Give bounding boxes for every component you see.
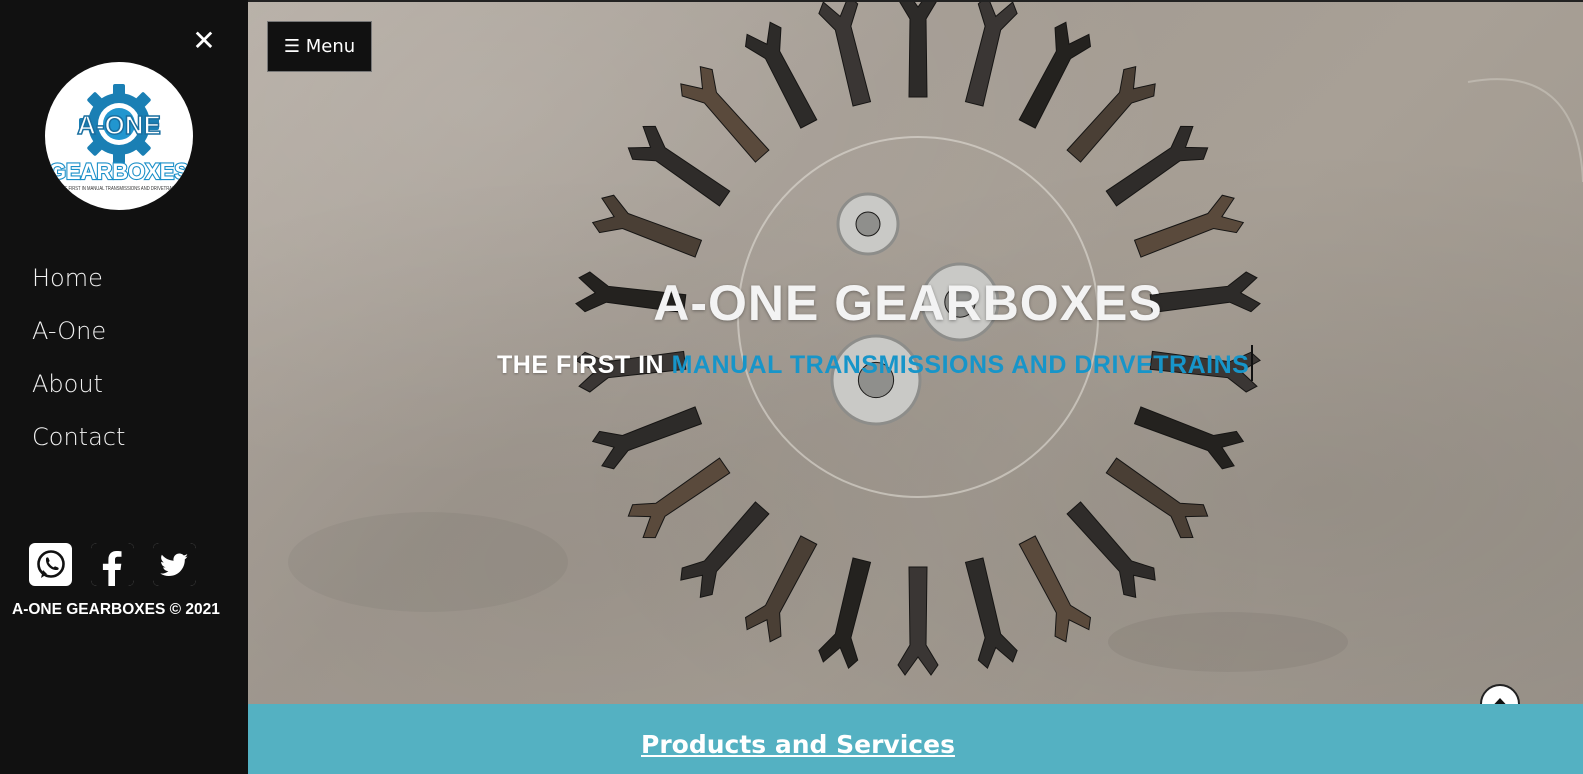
hero-title: A-ONE GEARBOXES [653,275,1163,331]
clutch-fork-graphic [1133,406,1245,470]
clutch-fork-graphic [745,535,818,643]
sidebar-item-a-one: A-One [32,311,125,364]
clutch-fork-graphic [818,557,872,669]
clutch-fork-graphic [897,566,939,676]
clutch-fork-graphic [1066,65,1156,163]
clutch-fork-graphic [1018,535,1091,643]
logo-name: A-ONE [77,110,161,140]
sidebar-item-contact: Contact [32,417,125,470]
hero-subtitle-highlight: MANUAL TRANSMISSIONS AND DRIVETRAINS [671,351,1250,379]
twitter-icon [153,543,196,586]
hero-subtitle-lead: THE FIRST IN [497,351,672,379]
nav-link-home[interactable]: Home [32,264,103,292]
clutch-fork-graphic [591,194,703,258]
clutch-fork-graphic [745,21,818,129]
clutch-fork-graphic [1105,125,1209,207]
sidebar: ✕ A-ONE GEARBOXES THE FIRST IN MANUAL TR… [0,0,248,774]
clutch-fork-graphic [1133,194,1245,258]
clutch-fork-graphic [627,457,731,539]
typing-caret [1251,345,1254,382]
brand-logo[interactable]: A-ONE GEARBOXES THE FIRST IN MANUAL TRAN… [45,62,193,210]
clutch-fork-graphic [680,65,770,163]
clutch-fork-graphic [680,501,770,599]
clutch-fork-graphic [964,2,1018,107]
logo-wordmark: GEARBOXES [49,159,189,184]
products-section: Products and Services [248,704,1583,774]
social-links [29,543,196,586]
clutch-fork-graphic [1018,21,1091,129]
close-sidebar-button[interactable]: ✕ [190,26,218,56]
logo-tagline: THE FIRST IN MANUAL TRANSMISSIONS AND DR… [59,186,179,192]
whatsapp-icon [36,549,65,578]
nav-link-about[interactable]: About [32,370,103,398]
twitter-link[interactable] [153,543,196,586]
sidebar-item-home: Home [32,258,125,311]
facebook-icon [91,543,134,586]
nav-link-a-one[interactable]: A-One [32,317,106,345]
clutch-fork-graphic [591,406,703,470]
products-and-services-link[interactable]: Products and Services [641,730,955,759]
hero-subtitle: THE FIRST IN MANUAL TRANSMISSIONS AND DR… [497,345,1254,382]
sidebar-nav: Home A-One About Contact [32,258,125,470]
menu-button[interactable]: ☰ Menu [267,21,372,72]
clutch-fork-graphic [627,125,731,207]
copyright-text: A-ONE GEARBOXES © 2021 [12,601,220,618]
hero-banner: ☰ Menu A-ONE GEARBOXES THE FIRST IN MANU… [248,0,1583,704]
chevron-up-icon [1494,698,1506,704]
bearing-hole-graphic [855,211,881,237]
facebook-link[interactable] [91,543,134,586]
clutch-fork-graphic [1066,501,1156,599]
whatsapp-link[interactable] [29,543,72,586]
clutch-fork-graphic [897,2,939,98]
clutch-fork-graphic [818,2,872,107]
gear-logo-icon: A-ONE GEARBOXES THE FIRST IN MANUAL TRAN… [48,84,190,192]
clutch-fork-graphic [964,557,1018,669]
sidebar-item-about: About [32,364,125,417]
nav-link-contact[interactable]: Contact [32,423,125,451]
clutch-fork-graphic [1105,457,1209,539]
